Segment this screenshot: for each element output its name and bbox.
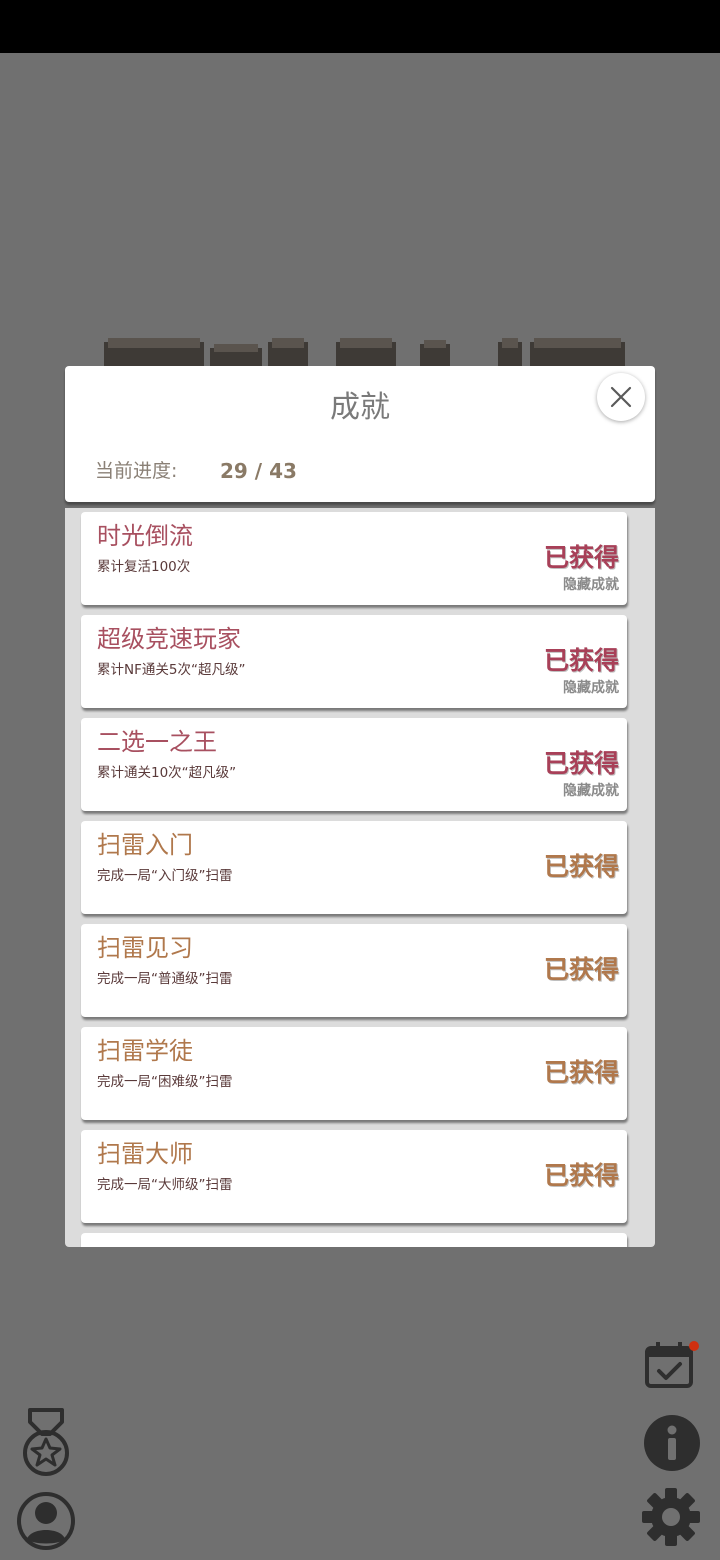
achievement-card[interactable]: 二选一之王 累计通关10次“超凡级” 已获得 隐藏成就 xyxy=(81,718,627,811)
achievement-card[interactable]: 扫雷大师 完成一局“大师级”扫雷 已获得 xyxy=(81,1130,627,1223)
status-bar xyxy=(0,0,720,53)
achievement-title: 扫雷大师 xyxy=(97,1140,193,1168)
achievement-card[interactable]: 扫雷学徒 完成一局“困难级”扫雷 已获得 xyxy=(81,1027,627,1120)
achievement-desc: 累计通关10次“超凡级” xyxy=(97,765,237,781)
achievement-title: 超级竞速玩家 xyxy=(97,625,241,653)
achievement-status: 已获得 xyxy=(543,543,619,572)
calendar-check-icon[interactable] xyxy=(644,1342,696,1390)
achievement-status: 已获得 xyxy=(543,852,619,881)
achievement-desc: 累计复活100次 xyxy=(97,559,191,575)
achievement-card[interactable]: 时光倒流 累计复活100次 已获得 隐藏成就 xyxy=(81,512,627,605)
achievement-title: 扫雷入门 xyxy=(97,831,193,859)
achievement-title: 扫雷见习 xyxy=(97,934,193,962)
hidden-achievement-tag: 隐藏成就 xyxy=(563,783,619,799)
hidden-achievement-tag: 隐藏成就 xyxy=(563,680,619,696)
achievement-desc: 完成一局“普通级”扫雷 xyxy=(97,971,233,987)
info-icon[interactable] xyxy=(643,1414,701,1472)
gear-icon[interactable] xyxy=(641,1487,701,1547)
achievement-card-partial[interactable] xyxy=(81,1233,627,1247)
achievement-status: 已获得 xyxy=(543,749,619,778)
close-button[interactable] xyxy=(597,373,645,421)
achievement-desc: 累计NF通关5次“超凡级” xyxy=(97,662,246,678)
hidden-achievement-tag: 隐藏成就 xyxy=(563,577,619,593)
achievement-desc: 完成一局“入门级”扫雷 xyxy=(97,868,233,884)
achievement-status: 已获得 xyxy=(543,646,619,675)
achievement-status: 已获得 xyxy=(543,955,619,984)
achievement-title: 二选一之王 xyxy=(97,728,217,756)
achievement-title: 扫雷学徒 xyxy=(97,1037,193,1065)
achievement-status: 已获得 xyxy=(543,1058,619,1087)
achievement-desc: 完成一局“大师级”扫雷 xyxy=(97,1177,233,1193)
notification-dot xyxy=(689,1341,699,1351)
progress-label: 当前进度: xyxy=(95,460,178,482)
achievement-card[interactable]: 扫雷入门 完成一局“入门级”扫雷 已获得 xyxy=(81,821,627,914)
game-logo xyxy=(104,338,625,368)
medal-icon[interactable] xyxy=(20,1408,72,1478)
achievement-title: 时光倒流 xyxy=(97,522,193,550)
progress-value: 29 / 43 xyxy=(220,459,297,483)
achievement-card[interactable]: 扫雷见习 完成一局“普通级”扫雷 已获得 xyxy=(81,924,627,1017)
achievement-desc: 完成一局“困难级”扫雷 xyxy=(97,1074,233,1090)
close-icon xyxy=(610,386,632,408)
user-icon[interactable] xyxy=(16,1491,76,1551)
achievement-card[interactable]: 超级竞速玩家 累计NF通关5次“超凡级” 已获得 隐藏成就 xyxy=(81,615,627,708)
achievement-list[interactable]: 时光倒流 累计复活100次 已获得 隐藏成就 超级竞速玩家 累计NF通关5次“超… xyxy=(65,508,655,1247)
achievement-status: 已获得 xyxy=(543,1161,619,1190)
